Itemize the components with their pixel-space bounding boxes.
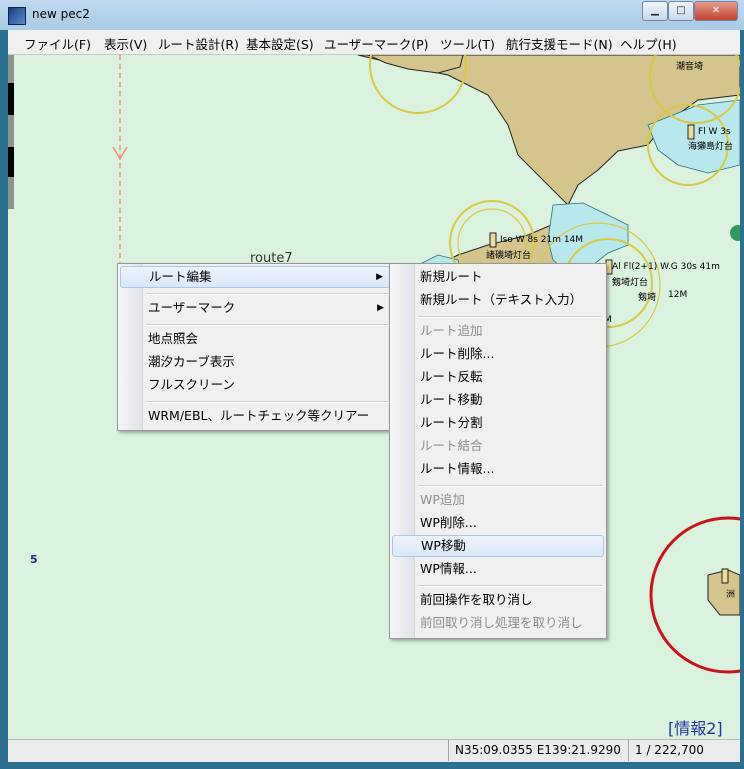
menu-item-new-route[interactable]: 新規ルート [392,266,604,288]
map-label: Al Fl(2+1) W.G 30s 41m [612,262,720,272]
menu-item-fullscreen[interactable]: フルスクリーン [120,374,390,396]
menu-item-point-query[interactable]: 地点照会 [120,328,390,350]
menu-item-user-mark[interactable]: ユーザーマーク ▶ [120,297,390,319]
menu-item-tide-curve[interactable]: 潮汐カーブ表示 [120,351,390,373]
menu-item-wp-move[interactable]: WP移動 [392,535,604,557]
menu-item-wp-info[interactable]: WP情報... [392,558,604,580]
title-bar[interactable]: new pec2 ▁ □ ✕ [0,0,744,30]
maximize-icon[interactable]: □ [668,1,694,21]
menu-tools[interactable]: ツール(T) [440,34,495,53]
submenu-arrow-icon: ▶ [376,272,383,282]
menu-item-route-info[interactable]: ルート情報... [392,458,604,480]
map-label: 潮音埼 [676,62,704,72]
menu-item-wp-delete[interactable]: WP削除... [392,512,604,534]
menu-help[interactable]: ヘルプ(H) [620,34,677,53]
map-label: Iso W 8s 21m 14M [500,235,584,245]
menu-file[interactable]: ファイル(F) [24,34,91,53]
buoy [730,225,740,241]
menu-view[interactable]: 表示(V) [104,34,147,53]
menu-item-undo[interactable]: 前回操作を取り消し [392,589,604,611]
menu-item-route-join: ルート結合 [420,438,483,453]
status-empty [8,740,452,761]
menu-item-redo: 前回取り消し処理を取り消し [420,615,583,630]
map-label: Fl W 3s [698,127,731,137]
menu-route-design[interactable]: ルート設計(R) [158,34,239,53]
close-icon[interactable]: ✕ [694,1,738,21]
route-edit-submenu: 新規ルート 新規ルート（テキスト入力） ルート追加 ルート削除... ルート反転… [389,263,607,639]
menu-item-wp-add: WP追加 [420,492,465,507]
menu-item-route-move[interactable]: ルート移動 [392,389,604,411]
map-label: 海獺島灯台 [688,142,734,152]
menu-user-mark[interactable]: ユーザーマーク(P) [324,34,429,53]
status-bar: N35:09.0355 E139:21.9290 1 / 222,700 [8,739,740,762]
menu-item-route-reverse[interactable]: ルート反転 [392,366,604,388]
scale-bar [8,55,14,209]
menu-item-route-delete[interactable]: ルート削除... [392,343,604,365]
menu-basic-settings[interactable]: 基本設定(S) [246,34,314,53]
info-link[interactable]: [情報2] [668,715,723,739]
menu-item-route-edit[interactable]: ルート編集 ▶ [120,266,390,288]
minimize-icon[interactable]: ▁ [642,1,668,21]
status-scale: 1 / 222,700 [628,740,735,761]
lighthouse-icon [721,568,729,584]
map-label: 剱埼灯台 [612,278,649,288]
map-label: 12M [668,290,688,300]
menu-bar: ファイル(F) 表示(V) ルート設計(R) 基本設定(S) ユーザーマーク(P… [8,30,740,55]
submenu-arrow-icon: ▶ [377,303,384,313]
app-icon [8,7,26,25]
land-area-upper [367,55,464,74]
app-window: new pec2 ▁ □ ✕ ファイル(F) 表示(V) ルート設計(R) 基本… [0,0,744,769]
map-label: 洲 [726,590,736,600]
menu-item-clear[interactable]: WRM/EBL、ルートチェック等クリアー [120,405,390,427]
menu-item-route-add: ルート追加 [420,323,483,338]
window-title: new pec2 [32,7,90,21]
scale-label: 5 [30,553,38,566]
lighthouse-icon [687,124,695,140]
menu-navigation-mode[interactable]: 航行支援モード(N) [506,34,613,53]
menu-item-new-route-text[interactable]: 新規ルート（テキスト入力） [392,289,604,311]
status-coordinates: N35:09.0355 E139:21.9290 [448,740,627,761]
map-label: 諸磯埼灯台 [486,251,532,261]
lighthouse-icon [489,232,497,248]
menu-item-route-split[interactable]: ルート分割 [392,412,604,434]
context-menu: ルート編集 ▶ ユーザーマーク ▶ 地点照会 潮汐カーブ表示 フルスクリーン WRM… [117,263,393,431]
map-label: 剱埼 [638,293,657,303]
